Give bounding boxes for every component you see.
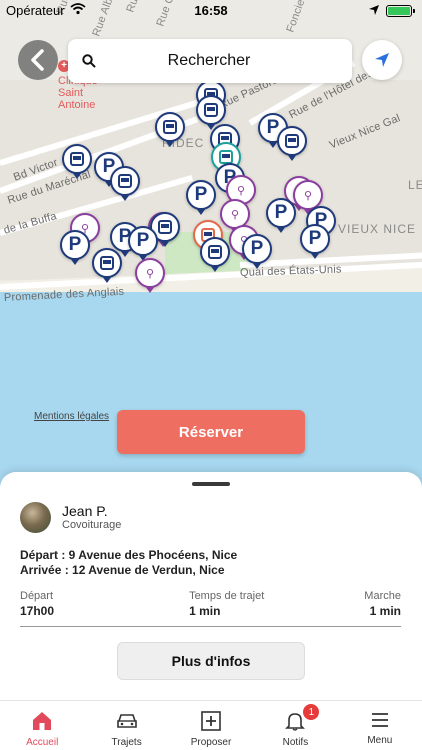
search-placeholder: Rechercher bbox=[167, 52, 251, 69]
col-value: 1 min bbox=[189, 604, 221, 618]
bus-icon bbox=[204, 103, 218, 117]
tab-bar: Accueil Trajets Proposer 1 Notifs Menu bbox=[0, 700, 422, 750]
departure-address: Départ : 9 Avenue des Phocéens, Nice bbox=[20, 548, 238, 562]
notification-badge: 1 bbox=[303, 704, 320, 720]
back-button[interactable] bbox=[18, 40, 58, 80]
bike-station-pin[interactable]: ⚲ bbox=[135, 258, 165, 293]
parking-pin[interactable]: P bbox=[128, 226, 158, 261]
tab-menu[interactable]: Menu bbox=[338, 701, 422, 750]
parking-pin[interactable]: P bbox=[266, 198, 296, 233]
ride-summary: Départ 17h00 Temps de trajet 1 min March… bbox=[20, 590, 401, 618]
home-icon bbox=[33, 712, 52, 730]
bus-icon bbox=[100, 256, 114, 270]
clock: 16:58 bbox=[194, 3, 228, 18]
driver-name: Jean P. bbox=[62, 503, 108, 519]
bus-icon bbox=[158, 220, 172, 234]
tab-proposer[interactable]: Proposer bbox=[169, 701, 253, 750]
battery-icon bbox=[386, 5, 415, 17]
col-label: Marche bbox=[364, 590, 401, 602]
tab-accueil[interactable]: Accueil bbox=[0, 701, 84, 750]
divider bbox=[20, 626, 401, 627]
departure-time-col: Départ 17h00 bbox=[20, 590, 54, 618]
district-label: VIEUX NICE bbox=[338, 222, 417, 236]
search-input[interactable]: Rechercher bbox=[68, 39, 352, 83]
bus-stop-pin[interactable] bbox=[110, 166, 140, 201]
avatar bbox=[20, 502, 51, 533]
reserve-button[interactable]: Réserver bbox=[117, 410, 305, 454]
col-label: Temps de trajet bbox=[189, 590, 265, 602]
bus-icon bbox=[70, 152, 84, 166]
district-label: LE bbox=[408, 178, 422, 192]
col-label: Départ bbox=[20, 590, 54, 602]
bus-icon bbox=[163, 120, 177, 134]
ride-type: Covoiturage bbox=[62, 519, 122, 531]
bell-icon bbox=[285, 713, 306, 731]
bus-stop-pin[interactable] bbox=[92, 248, 122, 283]
search-icon bbox=[82, 54, 96, 68]
col-value: 1 min bbox=[369, 604, 401, 618]
bus-icon bbox=[285, 134, 299, 148]
bike-icon: ⚲ bbox=[230, 208, 240, 221]
bus-icon bbox=[208, 245, 222, 259]
parking-pin[interactable]: P bbox=[186, 180, 216, 215]
car-icon bbox=[116, 714, 137, 728]
status-bar: Opérateur 16:58 bbox=[0, 0, 422, 22]
bus-stop-pin[interactable] bbox=[155, 112, 185, 147]
legal-link[interactable]: Mentions légales bbox=[34, 411, 109, 422]
parking-pin[interactable]: P bbox=[242, 234, 272, 269]
chevron-left-icon bbox=[31, 49, 44, 71]
tab-label: Trajets bbox=[111, 737, 142, 748]
tab-notifs[interactable]: 1 Notifs bbox=[253, 701, 337, 750]
location-arrow-icon bbox=[375, 53, 389, 67]
tab-label: Proposer bbox=[190, 737, 232, 748]
menu-icon bbox=[371, 713, 388, 727]
tram-icon bbox=[219, 150, 233, 164]
bus-stop-pin[interactable] bbox=[62, 144, 92, 179]
plus-square-icon bbox=[201, 711, 221, 731]
more-info-button[interactable]: Plus d'infos bbox=[117, 642, 305, 680]
walk-time-col: Marche 1 min bbox=[364, 590, 401, 618]
bus-stop-pin[interactable] bbox=[196, 95, 226, 130]
parking-pin[interactable]: P bbox=[60, 230, 90, 265]
bus-stop-pin[interactable] bbox=[200, 237, 230, 272]
tab-trajets[interactable]: Trajets bbox=[84, 701, 168, 750]
tab-label: Menu bbox=[367, 735, 393, 746]
parking-pin[interactable]: P bbox=[300, 224, 330, 259]
arrival-address: Arrivée : 12 Avenue de Verdun, Nice bbox=[20, 563, 225, 577]
ride-details-sheet: Jean P. Covoiturage Départ : 9 Avenue de… bbox=[0, 472, 422, 700]
locate-me-button[interactable] bbox=[362, 40, 402, 80]
travel-time-col: Temps de trajet 1 min bbox=[189, 590, 264, 618]
tab-label: Accueil bbox=[26, 737, 59, 748]
col-value: 17h00 bbox=[20, 604, 55, 618]
bike-icon: ⚲ bbox=[145, 267, 155, 280]
bike-icon: ⚲ bbox=[236, 184, 246, 197]
tab-label: Notifs bbox=[282, 737, 309, 748]
bus-stop-pin[interactable] bbox=[277, 126, 307, 161]
sea bbox=[0, 292, 422, 500]
sheet-handle[interactable] bbox=[192, 482, 230, 486]
bus-icon bbox=[118, 174, 132, 188]
bike-icon: ⚲ bbox=[303, 189, 313, 202]
location-arrow-icon bbox=[368, 4, 380, 19]
